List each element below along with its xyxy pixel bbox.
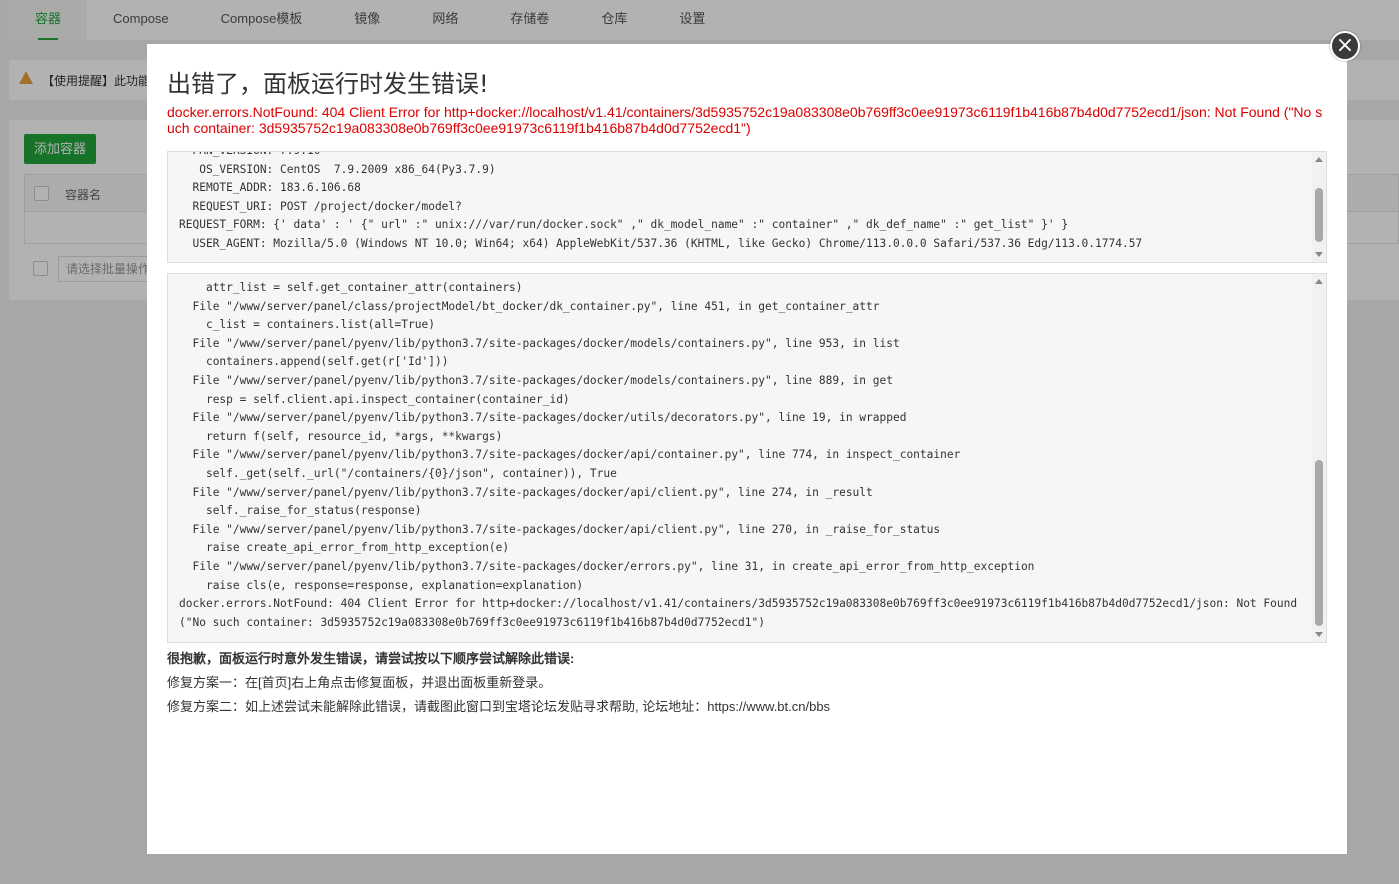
request-info-text: PAN_VERSION: 7.9.10 OS_VERSION: CentOS 7… (179, 152, 1143, 250)
help-title: 很抱歉，面板运行时意外发生错误，请尝试按以下顺序尝试解除此错误: (167, 651, 575, 666)
scroll-thumb[interactable] (1315, 460, 1323, 626)
fix-option-2: 修复方案二：如上述尝试未能解除此错误，请截图此窗口到宝塔论坛发贴寻求帮助, 论坛… (167, 699, 831, 714)
scroll-down-icon[interactable] (1315, 252, 1323, 257)
scroll-up-icon[interactable] (1315, 279, 1323, 284)
error-dialog: 出错了，面板运行时发生错误! docker.errors.NotFound: 4… (147, 44, 1347, 854)
traceback-scrollbar[interactable] (1312, 274, 1326, 642)
traceback-panel[interactable]: attr_list = self.get_container_attr(cont… (167, 273, 1327, 643)
request-info-scrollbar[interactable] (1312, 152, 1326, 262)
dialog-title: 出错了，面板运行时发生错误! (167, 70, 489, 98)
scroll-down-icon[interactable] (1315, 632, 1323, 637)
close-icon[interactable]: × (1330, 31, 1360, 61)
error-message: docker.errors.NotFound: 404 Client Error… (167, 104, 1323, 136)
scroll-up-icon[interactable] (1315, 157, 1323, 162)
request-info-panel[interactable]: PAN_VERSION: 7.9.10 OS_VERSION: CentOS 7… (167, 151, 1327, 263)
fix-option-1: 修复方案一：在[首页]右上角点击修复面板，并退出面板重新登录。 (167, 675, 552, 690)
traceback-text: attr_list = self.get_container_attr(cont… (179, 281, 1298, 629)
scroll-thumb[interactable] (1315, 188, 1323, 242)
